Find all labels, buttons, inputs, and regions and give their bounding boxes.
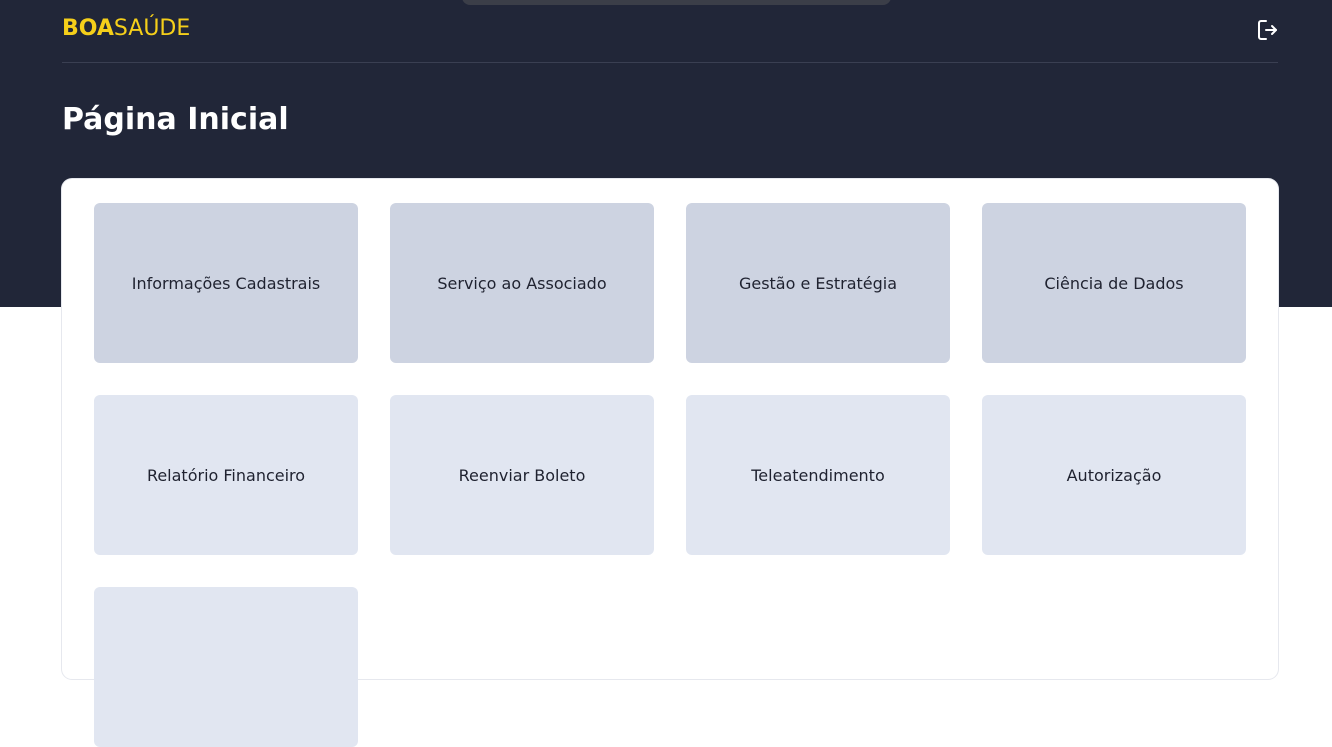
- card-label: Serviço ao Associado: [437, 273, 607, 293]
- logout-icon: [1258, 20, 1277, 40]
- card-label: Gestão e Estratégia: [738, 273, 898, 293]
- card-autorizacao[interactable]: Autorização: [982, 395, 1246, 555]
- card-label: Ciência de Dados: [1044, 273, 1184, 293]
- card-gestao-e-estrategia[interactable]: Gestão e Estratégia: [686, 203, 950, 363]
- card-teleatendimento[interactable]: Teleatendimento: [686, 395, 950, 555]
- card-partial[interactable]: [94, 587, 358, 747]
- logo-bold-text: BOA: [62, 16, 114, 41]
- logout-button[interactable]: [1256, 18, 1278, 42]
- brand-logo[interactable]: BOASAÚDE: [62, 15, 190, 43]
- card-label: Autorização: [1066, 465, 1162, 485]
- card-reenviar-boleto[interactable]: Reenviar Boleto: [390, 395, 654, 555]
- card-label: Informações Cadastrais: [131, 273, 321, 293]
- card-label: Reenviar Boleto: [458, 465, 586, 485]
- card-relatorio-financeiro[interactable]: Relatório Financeiro: [94, 395, 358, 555]
- page-title: Página Inicial: [62, 102, 289, 137]
- card-label: Teleatendimento: [751, 465, 885, 485]
- card-label: Relatório Financeiro: [146, 465, 306, 485]
- menu-panel: Informações Cadastrais Serviço ao Associ…: [62, 179, 1278, 747]
- card-ciencia-de-dados[interactable]: Ciência de Dados: [982, 203, 1246, 363]
- app-header: BOASAÚDE: [62, 0, 1278, 63]
- card-informacoes-cadastrais[interactable]: Informações Cadastrais: [94, 203, 358, 363]
- card-servico-ao-associado[interactable]: Serviço ao Associado: [390, 203, 654, 363]
- logo-regular-text: SAÚDE: [113, 16, 191, 41]
